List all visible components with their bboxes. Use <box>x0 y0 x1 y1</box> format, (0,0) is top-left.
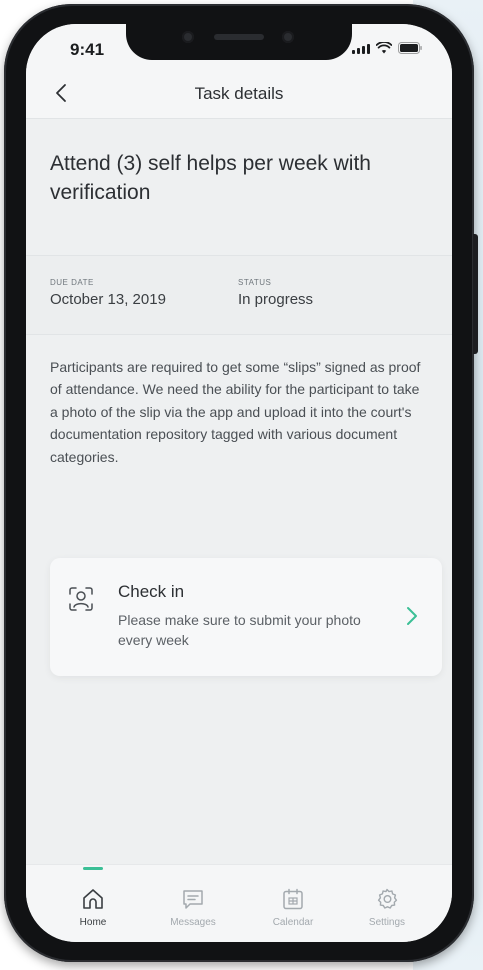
status-time: 9:41 <box>70 40 105 59</box>
status-icons <box>352 42 422 54</box>
check-in-title: Check in <box>118 582 185 601</box>
side-button <box>473 234 478 354</box>
due-date-value: October 13, 2019 <box>50 291 166 308</box>
battery-icon <box>398 42 422 54</box>
tab-home-label: Home <box>79 917 107 928</box>
tab-calendar-label: Calendar <box>272 917 314 928</box>
nav-bar: Task details <box>26 68 452 119</box>
task-description: Participants are required to get some “s… <box>50 359 421 465</box>
tab-calendar[interactable]: Calendar <box>248 865 338 942</box>
tab-settings[interactable]: Settings <box>342 865 432 942</box>
active-tab-indicator <box>83 867 103 870</box>
task-header: Attend (3) self helps per week with veri… <box>26 119 452 256</box>
tab-messages[interactable]: Messages <box>148 865 238 942</box>
tab-settings-label: Settings <box>368 917 406 928</box>
task-title: Attend (3) self helps per week with veri… <box>50 152 371 204</box>
phone-frame: 9:41 Task details Attend (3) self helps … <box>4 4 478 962</box>
page-title: Task details <box>194 84 284 103</box>
calendar-icon <box>283 888 303 910</box>
task-meta: DUE DATE October 13, 2019 STATUS In prog… <box>26 256 452 335</box>
tab-home[interactable]: Home <box>48 865 138 942</box>
wifi-icon <box>376 42 392 54</box>
check-in-card[interactable]: Check in Please make sure to submit your… <box>50 558 442 676</box>
signal-icon <box>352 44 370 54</box>
app-screen: 9:41 Task details Attend (3) self helps … <box>26 24 452 942</box>
camera-dot <box>182 31 194 43</box>
check-in-subtitle: Please make sure to submit your photo ev… <box>118 612 361 648</box>
tab-messages-label: Messages <box>170 917 216 928</box>
face-scan-icon <box>69 587 93 611</box>
gear-icon <box>377 888 398 909</box>
home-icon <box>83 889 103 909</box>
status-label: STATUS <box>238 278 272 287</box>
task-status: STATUS In progress <box>238 278 313 308</box>
chevron-right-icon[interactable] <box>404 604 420 628</box>
due-date-label: DUE DATE <box>50 278 94 287</box>
sensor-dot <box>282 31 294 43</box>
message-icon <box>183 890 203 909</box>
tab-bar: Home Messages Calendar Settings <box>26 864 452 942</box>
due-date: DUE DATE October 13, 2019 <box>50 278 166 308</box>
notch <box>126 24 352 60</box>
status-value: In progress <box>238 291 314 308</box>
speaker-grille <box>214 34 264 40</box>
